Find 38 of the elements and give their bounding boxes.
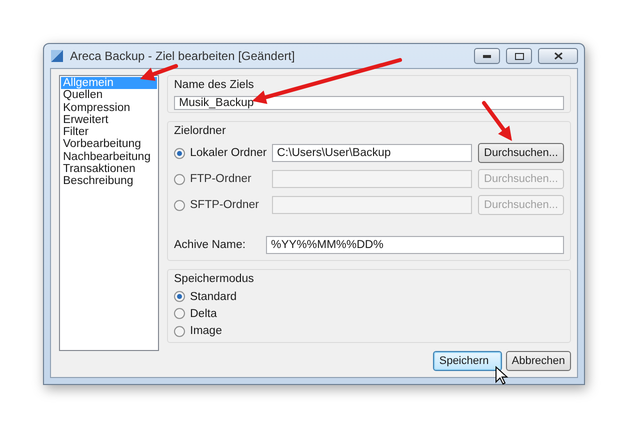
minimize-button[interactable] (474, 48, 500, 64)
group-title: Zielordner (174, 124, 227, 138)
category-item[interactable]: Kompression (61, 102, 157, 114)
maximize-icon (514, 52, 524, 60)
close-button[interactable] (538, 48, 578, 64)
category-item[interactable]: Nachbearbeitung (61, 150, 157, 164)
archive-name-label: Achive Name: (174, 239, 247, 251)
dialog-button[interactable]: Abbrechen (506, 351, 571, 371)
group-title: Speichermodus (174, 272, 255, 286)
archive-name-field[interactable]: %YY%%MM%%DD% (266, 236, 564, 254)
category-item[interactable]: Filter (61, 126, 157, 138)
window-title: Areca Backup - Ziel bearbeiten [Geändert] (70, 49, 296, 63)
path-field[interactable] (272, 196, 472, 214)
radio-dot-icon[interactable] (174, 326, 185, 337)
path-field[interactable]: C:\Users\User\Backup (272, 144, 472, 162)
mode-radio[interactable]: Image (174, 324, 222, 338)
app-icon (50, 49, 64, 63)
category-item[interactable]: Quellen (61, 89, 157, 102)
category-item[interactable]: Transaktionen (61, 163, 157, 176)
browse-button[interactable]: Durchsuchen... (478, 143, 564, 163)
minimize-icon (483, 54, 491, 58)
category-item[interactable]: Vorbearbeitung (61, 138, 157, 151)
mode-radio[interactable]: Delta (174, 307, 217, 321)
path-field[interactable] (272, 170, 472, 188)
maximize-button[interactable] (506, 48, 532, 64)
category-item[interactable]: Erweitert (61, 114, 157, 126)
dialog-button[interactable]: Speichern (433, 351, 502, 371)
group-title: Name des Ziels (174, 78, 255, 92)
annotation-arrow (140, 64, 178, 81)
radio-dot-icon[interactable] (174, 308, 185, 320)
radio-dot-icon[interactable] (174, 291, 185, 302)
name-field[interactable]: Musik_Backup (174, 96, 564, 110)
mode-radio[interactable]: Standard (174, 290, 237, 304)
mouse-pointer-icon (496, 366, 508, 385)
annotation-arrow (482, 101, 512, 141)
category-item[interactable]: Beschreibung (61, 175, 157, 188)
close-icon (554, 52, 562, 60)
folder-radio[interactable]: Lokaler Ordner (174, 145, 266, 161)
